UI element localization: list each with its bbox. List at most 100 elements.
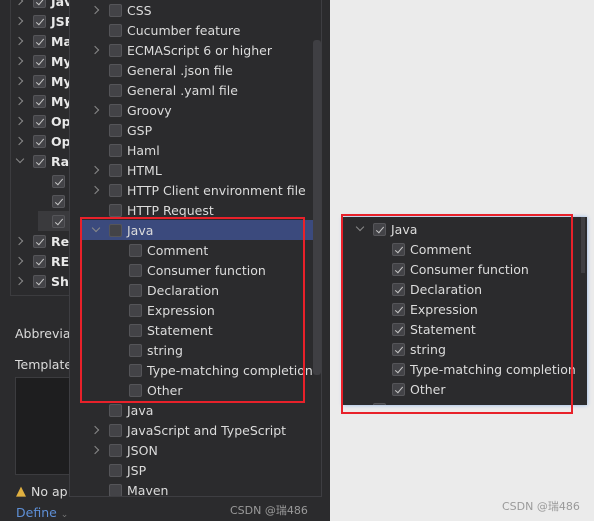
checkbox[interactable]	[52, 194, 65, 208]
checkbox[interactable]	[52, 174, 65, 188]
checkbox[interactable]	[33, 34, 46, 48]
watermark: CSDN @瑞486	[230, 504, 308, 517]
checkbox[interactable]	[109, 103, 122, 117]
list-item[interactable]: General .yaml file	[91, 80, 238, 100]
checkbox[interactable]	[109, 63, 122, 77]
checkbox[interactable]	[33, 0, 46, 8]
checkbox[interactable]	[109, 443, 122, 457]
tree-item[interactable]: Ma	[15, 31, 72, 51]
list-item[interactable]: JavaScript and TypeScript	[91, 420, 286, 440]
checkbox[interactable]	[33, 234, 46, 248]
checkbox[interactable]	[33, 254, 46, 268]
chevron-right-icon[interactable]	[91, 165, 101, 175]
tree-item[interactable]: Op	[15, 111, 71, 131]
template-text-area[interactable]	[15, 377, 75, 475]
item-label: General .json file	[127, 62, 233, 78]
checkbox[interactable]	[33, 274, 46, 288]
list-item[interactable]: HTML	[91, 160, 162, 180]
list-item[interactable]: JSP	[91, 460, 146, 480]
chevron-right-icon[interactable]	[15, 236, 25, 246]
item-label: JSP	[127, 462, 147, 478]
chevron-right-icon[interactable]	[91, 45, 101, 55]
tree-item[interactable]: Op	[15, 131, 71, 151]
chevron-right-icon[interactable]	[15, 16, 25, 26]
checkbox[interactable]	[33, 114, 46, 128]
scrollbar[interactable]	[313, 40, 321, 375]
chevron-right-icon[interactable]	[15, 276, 25, 286]
item-label: Op	[51, 133, 71, 149]
warning-text: No ap	[31, 484, 68, 499]
tree-item[interactable]: My	[15, 91, 72, 111]
define-link[interactable]: Define ⌄	[16, 505, 68, 520]
checkbox[interactable]	[33, 14, 46, 28]
list-item[interactable]: Cucumber feature	[91, 20, 241, 40]
chevron-right-icon[interactable]	[15, 36, 25, 46]
checkbox[interactable]	[109, 123, 122, 137]
checkbox[interactable]	[109, 23, 122, 37]
chevron-right-icon[interactable]	[15, 136, 25, 146]
chevron-right-icon[interactable]	[15, 56, 25, 66]
tree-item[interactable]	[52, 171, 70, 191]
chevron-right-icon[interactable]	[91, 425, 101, 435]
tree-item[interactable]: My	[15, 71, 72, 91]
checkbox[interactable]	[33, 94, 46, 108]
list-item[interactable]: JSON	[91, 440, 158, 460]
chevron-right-icon[interactable]	[15, 256, 25, 266]
tree-item[interactable]: Ray	[15, 151, 77, 171]
chevron-right-icon[interactable]	[15, 0, 25, 6]
checkbox[interactable]	[109, 83, 122, 97]
checkbox[interactable]	[33, 134, 46, 148]
tree-item[interactable]: Jav	[15, 0, 72, 11]
checkbox[interactable]	[109, 3, 122, 17]
tree-item[interactable]: JSP	[15, 11, 74, 31]
checkbox[interactable]	[109, 423, 122, 437]
chevron-right-icon[interactable]	[91, 185, 101, 195]
scrollbar[interactable]	[581, 217, 585, 273]
item-label: Op	[51, 113, 71, 129]
checkbox[interactable]	[52, 214, 65, 228]
item-label: JavaScript and TypeScript	[127, 422, 287, 438]
chevron-right-icon[interactable]	[15, 96, 25, 106]
item-label: Maven	[127, 482, 169, 497]
tree-item[interactable]	[52, 191, 70, 211]
tree-item[interactable]: My	[15, 51, 72, 71]
item-label: Java	[127, 402, 154, 418]
checkbox[interactable]	[33, 154, 46, 168]
list-item[interactable]: Haml	[91, 140, 160, 160]
list-item[interactable]: General .json file	[91, 60, 233, 80]
checkbox[interactable]	[33, 54, 46, 68]
checkbox[interactable]	[33, 74, 46, 88]
list-item[interactable]: Groovy	[91, 100, 172, 120]
checkbox[interactable]	[109, 463, 122, 477]
chevron-right-icon[interactable]	[15, 116, 25, 126]
chevron-right-icon[interactable]	[91, 105, 101, 115]
item-label: HTTP Request	[127, 202, 214, 218]
chevron-down-icon: ⌄	[60, 510, 69, 520]
checkbox[interactable]	[109, 203, 122, 217]
item-label: Haml	[127, 142, 160, 158]
list-item[interactable]: Maven	[91, 480, 169, 497]
checkbox[interactable]	[109, 43, 122, 57]
checkbox[interactable]	[109, 483, 122, 496]
list-item[interactable]: ECMAScript 6 or higher	[91, 40, 272, 60]
list-item[interactable]: HTTP Client environment file	[91, 180, 306, 200]
checkbox[interactable]	[109, 143, 122, 157]
checkbox[interactable]	[109, 403, 122, 417]
chevron-right-icon[interactable]	[15, 76, 25, 86]
list-item[interactable]: Java	[91, 400, 153, 420]
list-item[interactable]: CSS	[91, 0, 152, 20]
checkbox[interactable]	[109, 163, 122, 177]
chevron-down-icon[interactable]	[15, 156, 25, 166]
chevron-right-icon[interactable]	[91, 445, 101, 455]
template-text-label: Template	[15, 357, 73, 372]
item-label: GSP	[127, 122, 153, 138]
item-label: ECMAScript 6 or higher	[127, 42, 272, 58]
list-item[interactable]: GSP	[91, 120, 152, 140]
checkbox[interactable]	[109, 183, 122, 197]
chevron-right-icon[interactable]	[91, 5, 101, 15]
